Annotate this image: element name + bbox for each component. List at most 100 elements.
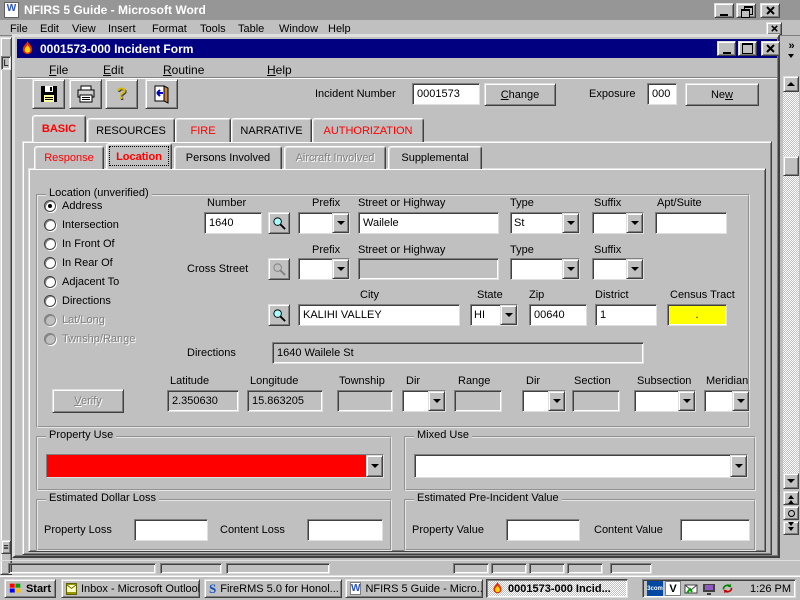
new-button[interactable]: New [685,83,759,106]
next-page-button[interactable] [783,521,799,535]
dialog-minimize-button[interactable] [717,41,736,56]
cross-suffix-select[interactable] [592,258,644,280]
suffix-select[interactable] [592,212,644,234]
word-restore-button[interactable] [736,3,756,18]
exposure-field[interactable]: 000 [647,83,677,105]
state-select[interactable]: HI [470,304,518,326]
district-field[interactable]: 1 [595,304,657,326]
city-lookup-button[interactable] [268,304,290,326]
tab-supplemental[interactable]: Supplemental [388,146,482,169]
word-vscrollbar-track[interactable] [783,76,799,489]
zip-field[interactable]: 00640 [529,304,587,326]
property-loss-label: Property Loss [44,524,112,536]
prefix-select[interactable] [298,212,350,234]
radio-adjacent-to[interactable] [44,276,56,288]
dropdown-arrow-icon[interactable] [562,213,579,233]
street-field[interactable]: Wailele [358,212,499,234]
exit-button[interactable] [145,79,178,109]
apt-suite-label: Apt/Suite [657,197,702,209]
task-outlook[interactable]: Inbox - Microsoft Outlook [61,579,200,598]
clock[interactable]: 1:26 PM [750,583,791,595]
menu-file[interactable]: File [49,63,68,77]
dropdown-arrow-icon[interactable] [548,391,565,411]
toolbar-more-icon[interactable] [788,58,794,70]
dir-select[interactable] [402,390,446,412]
dropdown-arrow-icon[interactable] [500,305,517,325]
tab-response[interactable]: Response [34,146,104,169]
help-button[interactable]: ? [105,79,138,109]
save-button[interactable] [32,79,65,109]
census-tract-field[interactable]: . [667,304,727,326]
number-field[interactable]: 1640 [204,212,262,234]
menu-routine[interactable]: Routine [163,63,204,77]
menu-help[interactable]: Help [267,63,292,77]
scroll-down-arrow-icon[interactable] [783,473,799,489]
radio-in-front-of[interactable] [44,238,56,250]
task-word[interactable]: W NFIRS 5 Guide - Micro... [345,579,483,598]
task-incident-form[interactable]: 0001573-000 Incid... [486,579,628,598]
property-value-field[interactable] [506,519,580,541]
print-button[interactable] [69,79,102,109]
change-button[interactable]: Change [484,83,556,106]
street-lookup-button[interactable] [268,212,290,234]
city-field[interactable]: KALIHI VALLEY [298,304,460,326]
radio-directions[interactable] [44,295,56,307]
radio-address[interactable] [44,200,56,212]
tab-authorization[interactable]: AUTHORIZATION [312,118,424,142]
tab-fire[interactable]: FIRE [175,118,231,142]
apt-suite-field[interactable] [655,212,727,234]
incident-number-field[interactable]: 0001573 [412,83,480,105]
dropdown-arrow-icon[interactable] [732,391,749,411]
cross-type-select[interactable] [510,258,580,280]
type-select[interactable]: St [510,212,580,234]
flame-icon [491,582,504,595]
word-vscrollbar-thumb[interactable] [783,156,799,176]
menu-edit[interactable]: Edit [103,63,124,77]
tab-resources[interactable]: RESOURCES [87,118,175,142]
start-button[interactable]: Start [4,579,56,598]
threecom-tray-icon[interactable]: 3com [647,581,663,596]
mail-tray-icon[interactable] [683,581,699,596]
mixed-use-select[interactable] [414,454,748,478]
radio-intersection[interactable] [44,219,56,231]
dropdown-arrow-icon[interactable] [626,213,643,233]
tab-aircraft-involved[interactable]: Aircraft Involved [284,146,386,169]
dropdown-arrow-icon[interactable] [678,391,695,411]
dropdown-arrow-icon[interactable] [730,455,747,477]
dialog-close-button[interactable] [761,41,780,56]
dropdown-arrow-icon[interactable] [626,259,643,279]
property-loss-field[interactable] [134,519,208,541]
content-loss-field[interactable] [307,519,383,541]
meridian-select[interactable] [704,390,750,412]
dropdown-arrow-icon[interactable] [332,259,349,279]
dropdown-arrow-icon[interactable] [332,213,349,233]
tab-stop-indicator-icon[interactable]: L [1,56,11,70]
task-firerms[interactable]: S FireRMS 5.0 for Honol... [204,579,342,598]
cross-street-label: Cross Street [187,263,248,275]
previous-page-button[interactable] [783,491,799,505]
word-close-button[interactable] [760,3,780,18]
cross-prefix-select[interactable] [298,258,350,280]
sync-arrows-tray-icon[interactable] [719,581,735,596]
dropdown-arrow-icon[interactable] [366,455,383,477]
select-browse-object-button[interactable] [783,506,799,520]
census-tract-label: Census Tract [670,289,735,301]
display-tray-icon[interactable] [701,581,717,596]
tab-location[interactable]: Location [106,143,172,169]
dir2-select[interactable] [522,390,566,412]
property-use-select[interactable] [46,454,384,478]
subsection-select[interactable] [634,390,696,412]
word-minimize-button[interactable] [714,3,734,18]
antivirus-shield-tray-icon[interactable]: V [665,581,681,596]
view-buttons-icon[interactable]: ≡ [1,540,11,554]
number-label: Number [207,197,246,209]
tab-narrative[interactable]: NARRATIVE [231,118,312,142]
scroll-up-arrow-icon[interactable] [783,76,799,92]
tab-basic[interactable]: BASIC [32,115,86,142]
dropdown-arrow-icon[interactable] [562,259,579,279]
tab-persons-involved[interactable]: Persons Involved [174,146,282,169]
dropdown-arrow-icon[interactable] [428,391,445,411]
dialog-maximize-button[interactable] [738,41,757,56]
radio-in-rear-of[interactable] [44,257,56,269]
content-value-field[interactable] [680,519,750,541]
